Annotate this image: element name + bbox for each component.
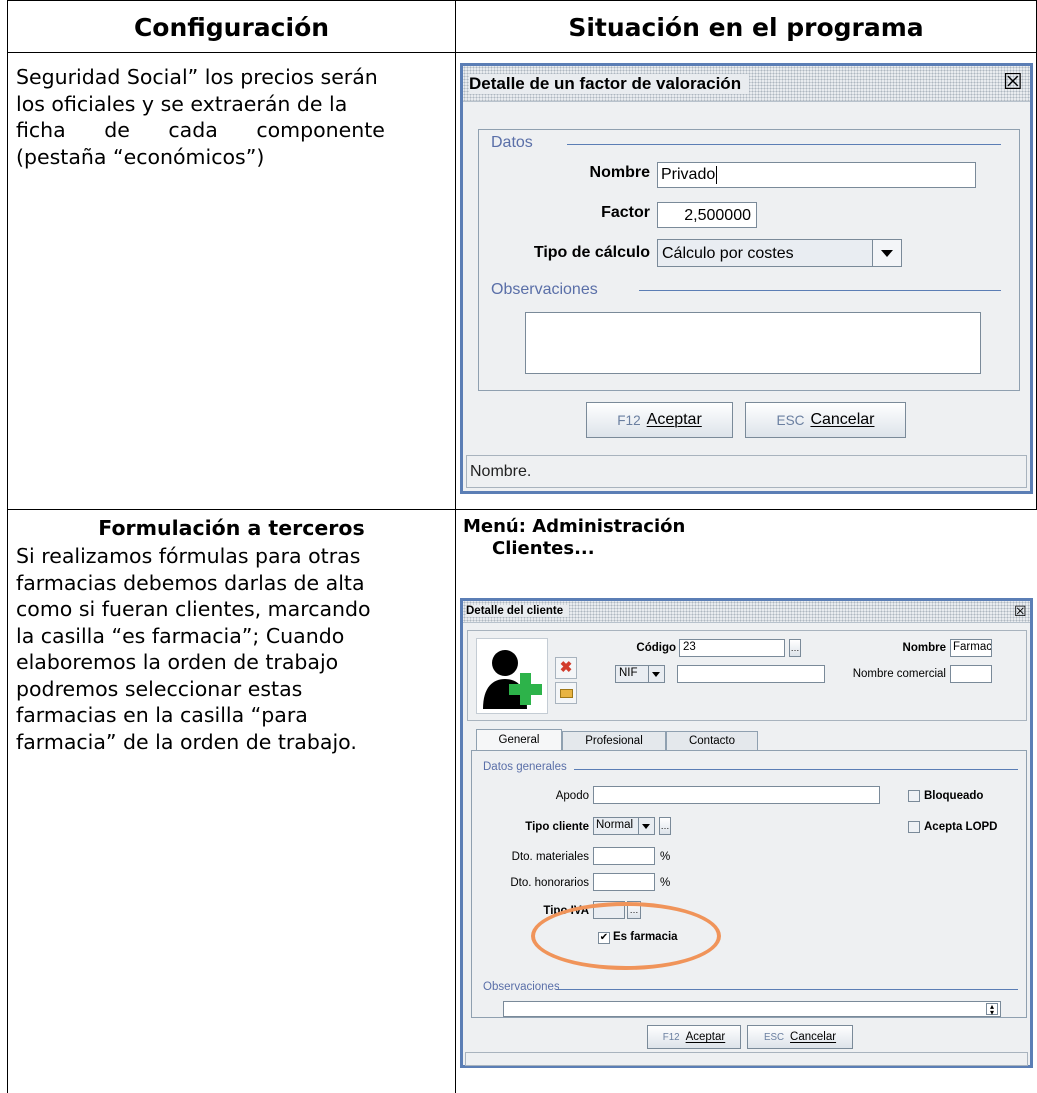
observaciones-section-title: Observaciones [491,281,598,298]
dto-honorarios-label: Dto. honorarios [510,877,589,889]
row1-line-1: Seguridad Social” los precios serán [16,65,378,89]
observaciones2-input[interactable]: ▴ ▾ [503,1001,1001,1017]
bloqueado-label: Bloqueado [924,790,984,802]
apodo-label: Apodo [555,790,589,802]
tipo-calculo-select[interactable]: Cálculo por costes [657,239,902,267]
avatar [476,638,548,714]
cancelar2-button[interactable]: ESC Cancelar [747,1025,853,1049]
delete-photo-icon[interactable]: ✖ [555,657,577,679]
factor-input[interactable]: 2,500000 [657,202,757,228]
dto-materiales-label: Dto. materiales [511,851,589,863]
row2-line-4: la casilla “es farmacia”; Cuando [16,623,345,648]
close-icon[interactable]: ☒ [1014,603,1027,619]
row2-description: Si realizamos fórmulas para otras farmac… [16,543,444,755]
tab-profesional[interactable]: Profesional [562,731,666,751]
row1-line-2: los oficiales y se extraerán de la [16,91,348,116]
cliente-dialog: Detalle del cliente ☒ ✖ Código 23 … Nomb… [460,598,1033,1068]
observaciones-divider [639,290,1001,291]
table-left-border [7,0,8,1093]
cliente-nombre-input[interactable]: Farmac [950,639,992,657]
tipo-cliente-select[interactable]: Normal [593,817,655,835]
client-avatar-icon [483,650,542,709]
datos-generales-title: Datos generales [483,761,567,773]
row-divider [7,509,1037,510]
dialog2-title: Detalle del cliente [466,605,570,617]
tab-contacto[interactable]: Contacto [666,731,758,751]
codigo-lookup-button[interactable]: … [789,639,801,657]
acepta-lopd-label: Acepta LOPD [924,821,998,833]
observaciones2-title: Observaciones [483,981,559,993]
row1-line-4: (pestaña “económicos”) [16,144,265,169]
bloqueado-checkbox[interactable] [908,790,920,802]
row2-line-2: farmacias debemos darlas de alta [16,570,365,595]
nif-select[interactable]: NIF [615,665,665,683]
header-situacion: Situación en el programa [568,13,924,42]
tipo-calculo-label: Tipo de cálculo [533,244,650,261]
row2-line-1: Si realizamos fórmulas para otras [16,544,361,568]
cancelar-button[interactable]: ESC Cancelar [745,402,906,438]
acepta-lopd-checkbox[interactable] [908,821,920,833]
row1-description: Seguridad Social” los precios serán los … [16,64,444,170]
dialog2-title-bar[interactable]: Detalle del cliente ☒ [463,601,1030,623]
factor-dialog: Detalle de un factor de valoración ☒ Dat… [460,63,1033,494]
codigo-label: Código [636,642,676,654]
factor-label: Factor [601,204,650,221]
row2-line-5: elaboremos la orden de trabajo [16,650,339,674]
nombre-comercial-label: Nombre comercial [852,668,946,680]
status-bar: Nombre. [466,455,1027,488]
dto-materiales-input[interactable] [593,847,655,865]
row2-line-8: farmacia” de la orden de trabajo. [16,729,357,754]
row2-heading: Formulación a terceros [98,516,365,540]
dialog-title-bar[interactable]: Detalle de un factor de valoración ☒ [463,66,1030,102]
nombre-comercial-input[interactable] [950,665,992,683]
cliente-nombre-label: Nombre [902,642,946,654]
apodo-input[interactable] [593,786,880,804]
close-icon[interactable]: ☒ [1003,70,1023,94]
menu-path-line-1: Menú: Administración [463,516,686,537]
row2-line-3: como si fueran clientes, marcando [16,597,371,621]
status-bar-2 [465,1052,1028,1066]
chevron-down-icon[interactable] [638,818,654,834]
header-divider [7,52,1037,53]
header-configuracion: Configuración [133,13,330,42]
observaciones-divider [556,989,1018,990]
column-divider [455,0,456,1093]
chevron-down-icon[interactable] [648,666,664,682]
dto-honorarios-input[interactable] [593,873,655,891]
nombre-label: Nombre [589,164,650,181]
menu-path-line-2: Clientes... [492,538,595,559]
spinner-icon[interactable]: ▴ ▾ [986,1003,998,1017]
table-top-border [7,0,1037,1]
tab-general[interactable]: General [476,729,562,751]
folder-icon[interactable] [555,682,577,704]
aceptar2-button[interactable]: F12 Aceptar [647,1025,741,1049]
datos-section-title: Datos [491,134,533,151]
dialog-title: Detalle de un factor de valoración [469,74,750,94]
datos-divider [567,144,1001,145]
highlight-ellipse [531,902,721,970]
aceptar-button[interactable]: F12 Aceptar [586,402,733,438]
nif-input[interactable] [677,665,825,683]
datos-generales-divider [574,769,1018,770]
tipo-cliente-lookup-button[interactable]: … [659,817,671,835]
observaciones-textarea[interactable] [525,312,981,374]
dto-materiales-percent: % [660,851,671,863]
dto-honorarios-percent: % [660,877,671,889]
row1-line-3: ficha de cada componente [16,118,385,142]
row2-line-7: farmacias en la casilla “para [16,703,308,727]
chevron-down-icon[interactable] [872,240,901,266]
codigo-input[interactable]: 23 [679,639,785,657]
nombre-input[interactable]: Privado [657,162,976,188]
row2-line-6: podremos seleccionar estas [16,676,303,701]
tipo-cliente-label: Tipo cliente [525,821,589,833]
client-header-panel: ✖ Código 23 … Nombre Farmac NIF Nombre c… [467,630,1027,721]
